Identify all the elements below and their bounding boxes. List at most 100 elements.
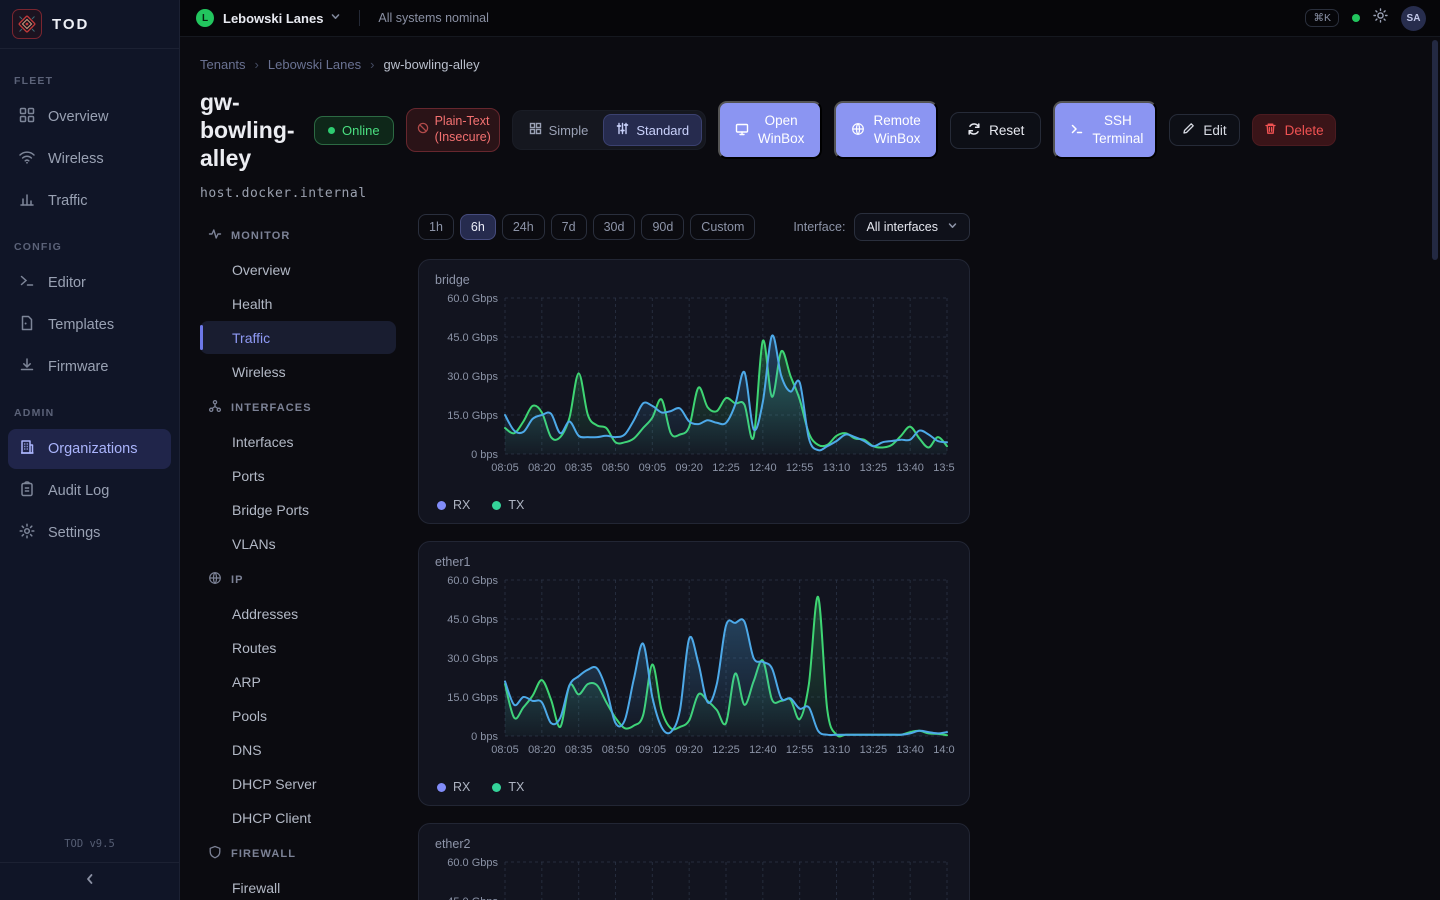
traffic-chart-card-bridge: bridge60.0 Gbps45.0 Gbps30.0 Gbps15.0 Gb…: [418, 259, 970, 524]
sidebar-item-editor[interactable]: Editor: [8, 263, 171, 303]
grid-icon: [18, 106, 36, 128]
sidebar-item-settings[interactable]: Settings: [8, 513, 171, 553]
subnav-item-dns[interactable]: DNS: [200, 733, 396, 766]
delete-label: Delete: [1285, 123, 1324, 138]
subnav-item-traffic[interactable]: Traffic: [200, 321, 396, 354]
svg-text:09:20: 09:20: [675, 744, 703, 756]
range-chip-6h[interactable]: 6h: [460, 214, 496, 240]
refresh-icon: [967, 122, 981, 139]
subnav-item-overview[interactable]: Overview: [200, 253, 396, 286]
sidebar-item-label: Traffic: [48, 193, 87, 209]
theme-toggle-button[interactable]: [1373, 8, 1388, 28]
sliders-icon: [616, 122, 629, 138]
time-range-group: 1h6h24h7d30d90dCustom: [418, 214, 755, 240]
chevron-right-icon: ›: [370, 57, 374, 72]
subnav-item-ports[interactable]: Ports: [200, 459, 396, 492]
svg-text:08:50: 08:50: [602, 462, 630, 474]
remote-winbox-button[interactable]: Remote WinBox: [834, 101, 938, 159]
download-icon: [18, 356, 36, 378]
sidebar-item-audit-log[interactable]: Audit Log: [8, 471, 171, 511]
subnav-section-interfaces: INTERFACES: [200, 389, 396, 424]
subnav-section-monitor: MONITOR: [200, 217, 396, 252]
sidebar-item-templates[interactable]: Templates: [8, 305, 171, 345]
sidebar-item-label: Templates: [48, 317, 114, 333]
breadcrumb-device: gw-bowling-alley: [383, 57, 479, 72]
subnav-item-bridge-ports[interactable]: Bridge Ports: [200, 493, 396, 526]
subnav-item-dhcp-client[interactable]: DHCP Client: [200, 801, 396, 834]
subnav-item-interfaces[interactable]: Interfaces: [200, 425, 396, 458]
subnav-item-addresses[interactable]: Addresses: [200, 597, 396, 630]
svg-text:0 bps: 0 bps: [471, 449, 498, 461]
chevron-down-icon[interactable]: [330, 9, 341, 27]
chevron-down-icon: [947, 220, 958, 234]
view-mode-standard[interactable]: Standard: [603, 114, 702, 146]
device-subnav: MONITOROverviewHealthTrafficWirelessINTE…: [200, 213, 396, 900]
legend-item-rx: RX: [437, 498, 470, 512]
svg-text:45.0 Gbps: 45.0 Gbps: [447, 614, 498, 626]
chart-title: bridge: [435, 273, 953, 287]
sidebar-item-organizations[interactable]: Organizations: [8, 429, 171, 469]
breadcrumb-tenant[interactable]: Lebowski Lanes: [268, 57, 361, 72]
interface-select[interactable]: All interfaces: [854, 213, 970, 241]
tenant-switcher[interactable]: Lebowski Lanes: [223, 11, 323, 26]
subnav-item-wireless[interactable]: Wireless: [200, 355, 396, 388]
subnav-item-dhcp-server[interactable]: DHCP Server: [200, 767, 396, 800]
range-chip-30d[interactable]: 30d: [593, 214, 636, 240]
view-mode-simple[interactable]: Simple: [516, 114, 602, 146]
gear-icon: [18, 522, 36, 544]
subnav-item-routes[interactable]: Routes: [200, 631, 396, 664]
insecure-warning-badge: Plain-Text (Insecure): [406, 108, 500, 151]
edit-label: Edit: [1203, 123, 1226, 138]
subnav-item-health[interactable]: Health: [200, 287, 396, 320]
globe-icon: [851, 122, 865, 139]
sidebar-item-label: Overview: [48, 109, 108, 125]
subnav-item-arp[interactable]: ARP: [200, 665, 396, 698]
subnav-item-vlans[interactable]: VLANs: [200, 527, 396, 560]
interface-select-value: All interfaces: [866, 220, 938, 234]
sidebar-item-traffic[interactable]: Traffic: [8, 181, 171, 221]
delete-button[interactable]: Delete: [1252, 114, 1336, 146]
range-chip-custom[interactable]: Custom: [690, 214, 755, 240]
sidebar-item-firmware[interactable]: Firmware: [8, 347, 171, 387]
legend-dot-icon: [437, 783, 446, 792]
subnav-item-firewall[interactable]: Firewall: [200, 871, 396, 900]
range-chip-90d[interactable]: 90d: [641, 214, 684, 240]
svg-text:60.0 Gbps: 60.0 Gbps: [447, 857, 498, 869]
network-icon: [208, 399, 222, 416]
command-palette-button[interactable]: ⌘K: [1305, 9, 1339, 27]
page-scrollbar-thumb[interactable]: [1432, 40, 1438, 260]
online-dot-icon: [328, 127, 335, 134]
sidebar-footer: TOD v9.5: [0, 828, 179, 900]
shield-icon: [208, 845, 222, 862]
content-row: MONITOROverviewHealthTrafficWirelessINTE…: [200, 213, 1440, 900]
chevron-left-icon: [83, 872, 97, 891]
sidebar-item-wireless[interactable]: Wireless: [8, 139, 171, 179]
charts-column: 1h6h24h7d30d90dCustom Interface: All int…: [418, 213, 970, 900]
connection-status-dot: [1352, 14, 1360, 22]
subnav-item-pools[interactable]: Pools: [200, 699, 396, 732]
svg-text:45.0 Gbps: 45.0 Gbps: [447, 332, 498, 344]
ssh-terminal-button[interactable]: SSH Terminal: [1053, 101, 1157, 159]
sidebar-item-overview[interactable]: Overview: [8, 97, 171, 137]
nav-section-admin: ADMIN: [8, 389, 171, 427]
range-chip-24h[interactable]: 24h: [502, 214, 545, 240]
edit-button[interactable]: Edit: [1169, 114, 1239, 146]
sidebar-collapse-button[interactable]: [0, 862, 179, 900]
svg-text:60.0 Gbps: 60.0 Gbps: [447, 293, 498, 305]
open-winbox-button[interactable]: Open WinBox: [718, 101, 822, 159]
range-chip-1h[interactable]: 1h: [418, 214, 454, 240]
svg-text:12:55: 12:55: [786, 744, 814, 756]
sidebar-item-label: Wireless: [48, 151, 104, 167]
activity-icon: [208, 227, 222, 244]
bar-chart-icon: [18, 190, 36, 212]
user-avatar[interactable]: SA: [1401, 6, 1426, 31]
reset-button[interactable]: Reset: [950, 112, 1041, 149]
breadcrumb-tenants[interactable]: Tenants: [200, 57, 246, 72]
tenant-avatar: L: [196, 9, 214, 27]
svg-text:13:10: 13:10: [823, 462, 851, 474]
svg-text:13:55: 13:55: [933, 462, 955, 474]
chart-toolbar: 1h6h24h7d30d90dCustom Interface: All int…: [418, 213, 970, 241]
nav-section-config: CONFIG: [8, 223, 171, 261]
range-chip-7d[interactable]: 7d: [551, 214, 587, 240]
svg-text:08:05: 08:05: [491, 744, 519, 756]
